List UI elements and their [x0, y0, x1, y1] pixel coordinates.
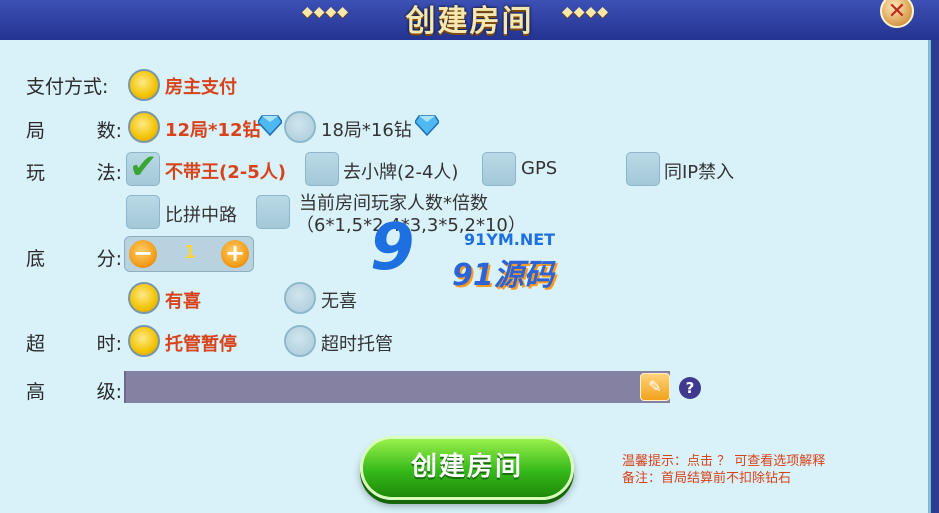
rounds-label: 局 数: — [26, 116, 122, 143]
minus-icon: − — [132, 239, 154, 267]
rule-multiplier-checkbox[interactable] — [256, 195, 290, 229]
bonus-yes-radio[interactable] — [128, 282, 160, 314]
base-score-stepper: − 1 + — [124, 236, 254, 272]
create-room-dialog: ◆◆◆◆ 创建房间 ◆◆◆◆ ✕ 支付方式: 房主支付 局 数: 12局*12钻… — [0, 0, 939, 513]
timeout-auto-label: 超时托管 — [321, 334, 393, 355]
payment-owner-label: 房主支付 — [165, 77, 237, 98]
rule-same-ip-checkbox[interactable] — [626, 152, 660, 186]
rule-same-ip-label: 同IP禁入 — [664, 162, 735, 183]
diamond-icon — [258, 115, 282, 136]
rules-label: 玩 法: — [26, 158, 122, 185]
base-score-label-a: 底 — [26, 248, 46, 270]
dialog-title: 创建房间 — [405, 4, 534, 39]
rule-remove-small-checkbox[interactable] — [305, 152, 339, 186]
rule-middle-compare-label: 比拼中路 — [165, 205, 237, 226]
question-icon: ? — [685, 379, 695, 397]
create-room-button[interactable]: 创建房间 — [360, 436, 574, 500]
minus-button[interactable]: − — [129, 240, 157, 268]
rules-label-b: 法: — [96, 162, 122, 184]
rule-middle-compare-checkbox[interactable] — [126, 195, 160, 229]
title-deco-right: ◆◆◆◆ — [562, 4, 610, 20]
watermark-logo: 9 91YM.NET 91源码 — [370, 216, 570, 293]
dialog-header: ◆◆◆◆ 创建房间 ◆◆◆◆ ✕ — [0, 0, 939, 40]
rounds-label-a: 局 — [26, 120, 46, 142]
rule-no-joker-checkbox[interactable]: ✔ — [126, 147, 160, 187]
hint-note: 备注：首局结算前不扣除钻石 — [622, 471, 792, 486]
rule-no-joker-label: 不带王(2-5人) — [165, 162, 286, 183]
rule-gps-label: GPS — [521, 158, 558, 179]
watermark-url: 91YM.NET — [464, 230, 556, 249]
pin-icon: ✎ — [648, 377, 662, 396]
timeout-label-a: 超 — [26, 333, 46, 355]
watermark-digit: 9 — [370, 211, 415, 285]
timeout-auto-radio[interactable] — [284, 325, 316, 357]
rules-label-a: 玩 — [26, 162, 46, 184]
plus-button[interactable]: + — [221, 240, 249, 268]
base-score-label-b: 分: — [96, 248, 122, 270]
rule-remove-small-label: 去小牌(2-4人) — [343, 162, 459, 183]
diamond-icon — [415, 115, 439, 136]
base-score-value: 1 — [183, 242, 197, 263]
timeout-label-b: 时: — [96, 333, 122, 355]
bonus-no-label: 无喜 — [321, 291, 357, 312]
watermark-name: 91源码 — [452, 258, 554, 293]
advanced-label: 高 级: — [26, 377, 122, 404]
rounds-12-label: 12局*12钻 — [165, 120, 261, 141]
timeout-pause-radio[interactable] — [128, 325, 160, 357]
rule-gps-checkbox[interactable] — [482, 152, 516, 186]
plus-icon: + — [224, 239, 246, 267]
timeout-pause-label: 托管暂停 — [165, 334, 237, 355]
checkmark-icon: ✔ — [129, 147, 158, 187]
advanced-label-a: 高 — [26, 381, 46, 403]
advanced-edit-button[interactable]: ✎ — [640, 373, 670, 401]
rounds-12-radio[interactable] — [128, 111, 160, 143]
help-button[interactable]: ? — [679, 377, 701, 399]
base-score-label: 底 分: — [26, 244, 122, 271]
rounds-label-b: 数: — [96, 120, 122, 142]
timeout-label: 超 时: — [26, 329, 122, 356]
advanced-input[interactable] — [124, 371, 670, 403]
payment-owner-radio[interactable] — [128, 69, 160, 101]
rounds-18-label: 18局*16钻 — [321, 120, 412, 141]
bonus-no-radio[interactable] — [284, 282, 316, 314]
advanced-label-b: 级: — [96, 381, 122, 403]
bonus-yes-label: 有喜 — [165, 291, 201, 312]
close-icon: ✕ — [887, 0, 907, 24]
rounds-18-radio[interactable] — [284, 111, 316, 143]
payment-label: 支付方式: — [26, 76, 109, 98]
